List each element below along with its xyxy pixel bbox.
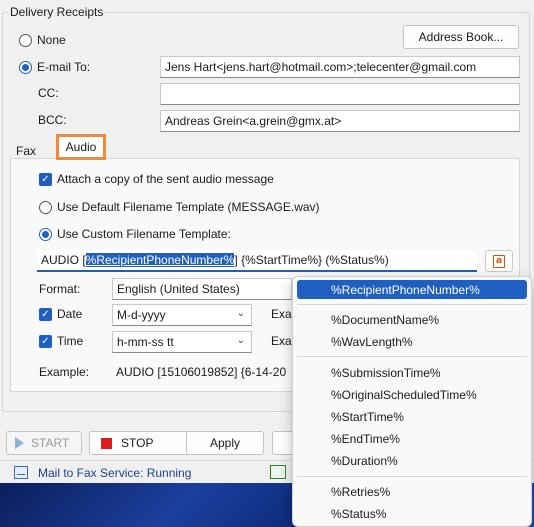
start-button[interactable]: START bbox=[6, 431, 82, 455]
chevron-down-icon: ⌄ bbox=[236, 335, 245, 346]
menu-separator bbox=[297, 476, 527, 477]
address-book-button[interactable]: Address Book... bbox=[403, 25, 519, 49]
none-radio[interactable] bbox=[19, 34, 32, 47]
attach-audio-checkbox[interactable]: ✓ bbox=[39, 173, 52, 186]
default-template-radio[interactable] bbox=[39, 201, 52, 214]
monitor-icon bbox=[270, 465, 286, 479]
cc-label: CC: bbox=[38, 86, 59, 100]
time-checkbox[interactable]: ✓ bbox=[39, 335, 52, 348]
insert-variable-icon: a bbox=[493, 255, 505, 268]
stop-icon bbox=[101, 438, 112, 449]
date-checkbox[interactable]: ✓ bbox=[39, 308, 52, 321]
chevron-down-icon: ⌄ bbox=[236, 308, 245, 319]
date-example-label: Exa bbox=[271, 307, 292, 321]
example-label: Example: bbox=[39, 365, 90, 379]
menu-item-wav-length[interactable]: %WavLength% bbox=[331, 335, 413, 349]
menu-item-start-time[interactable]: %StartTime% bbox=[331, 410, 404, 424]
menu-item-status[interactable]: %Status% bbox=[331, 507, 386, 521]
menu-item-end-time[interactable]: %EndTime% bbox=[331, 432, 400, 446]
none-radio-label[interactable]: None bbox=[37, 33, 66, 47]
format-label: Format: bbox=[39, 282, 81, 296]
menu-separator bbox=[297, 304, 527, 305]
menu-item-document-name[interactable]: %DocumentName% bbox=[331, 313, 439, 327]
play-icon bbox=[15, 437, 24, 449]
template-variables-menu: %RecipientPhoneNumber% %DocumentName% %W… bbox=[292, 276, 532, 527]
bcc-field[interactable]: Andreas Grein<a.grein@gmx.at> bbox=[160, 110, 520, 132]
example-value: AUDIO [15106019852] {6-14-20 bbox=[116, 365, 287, 379]
date-format-select[interactable]: M-d-yyyy ⌄ bbox=[112, 304, 252, 326]
menu-item-retries[interactable]: %Retries% bbox=[331, 485, 390, 499]
time-format-value: h-mm-ss tt bbox=[117, 335, 174, 349]
stop-button-label: STOP bbox=[121, 436, 154, 450]
date-label[interactable]: Date bbox=[57, 307, 82, 321]
menu-item-duration[interactable]: %Duration% bbox=[331, 454, 398, 468]
menu-item-recipient-phone-number[interactable]: %RecipientPhoneNumber% bbox=[331, 283, 480, 297]
time-format-select[interactable]: h-mm-ss tt ⌄ bbox=[112, 331, 252, 353]
menu-item-original-scheduled-time[interactable]: %OriginalScheduledTime% bbox=[331, 388, 477, 402]
default-template-label[interactable]: Use Default Filename Template (MESSAGE.w… bbox=[57, 200, 320, 214]
format-select-value: English (United States) bbox=[117, 282, 240, 296]
menu-separator bbox=[297, 356, 527, 357]
custom-template-label[interactable]: Use Custom Filename Template: bbox=[57, 227, 231, 241]
email-to-radio-label[interactable]: E-mail To: bbox=[37, 60, 90, 74]
template-selected-variable: %RecipientPhoneNumber% bbox=[85, 253, 235, 267]
service-status-text[interactable]: Mail to Fax Service: Running bbox=[38, 466, 191, 480]
bcc-label: BCC: bbox=[38, 113, 67, 127]
stop-button[interactable]: STOP bbox=[89, 431, 199, 455]
menu-item-submission-time[interactable]: %SubmissionTime% bbox=[331, 366, 441, 380]
filename-template-input[interactable]: AUDIO [%RecipientPhoneNumber%] {%StartTi… bbox=[37, 250, 477, 272]
email-to-field[interactable]: Jens Hart<jens.hart@hotmail.com>;telecen… bbox=[160, 56, 520, 78]
email-to-radio[interactable] bbox=[19, 61, 32, 74]
time-example-label: Exa bbox=[271, 334, 292, 348]
insert-variable-button[interactable]: a bbox=[485, 250, 513, 272]
cc-field[interactable] bbox=[160, 83, 520, 105]
group-title: Delivery Receipts bbox=[8, 5, 106, 19]
time-label[interactable]: Time bbox=[57, 334, 83, 348]
service-status-icon bbox=[14, 466, 28, 479]
tab-audio[interactable]: Audio bbox=[56, 134, 106, 160]
date-format-value: M-d-yyyy bbox=[117, 308, 166, 322]
apply-button[interactable]: Apply bbox=[186, 431, 264, 455]
custom-template-radio[interactable] bbox=[39, 228, 52, 241]
template-suffix: ] {%StartTime%} (%Status%) bbox=[234, 253, 389, 267]
format-select[interactable]: English (United States) bbox=[112, 278, 292, 300]
start-button-label: START bbox=[31, 436, 70, 450]
attach-audio-label[interactable]: Attach a copy of the sent audio message bbox=[57, 172, 274, 186]
template-prefix: AUDIO [ bbox=[41, 253, 86, 267]
tab-fax[interactable]: Fax bbox=[16, 144, 36, 158]
